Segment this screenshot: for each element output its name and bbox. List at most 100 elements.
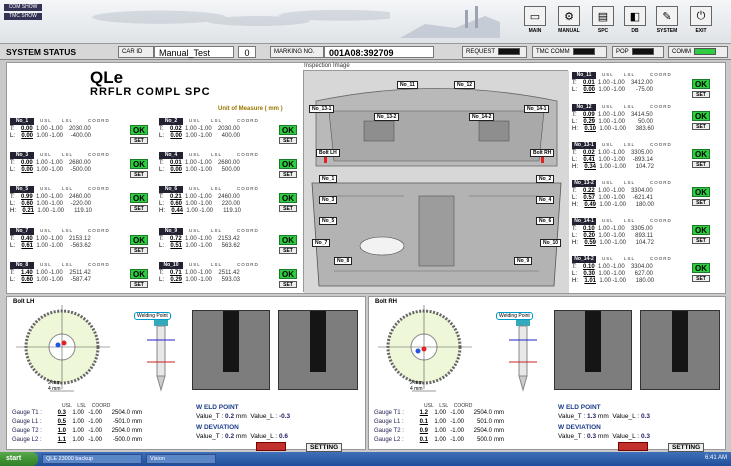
coord-value: 2511.42: [218, 270, 240, 276]
coord-header: COORD: [650, 72, 672, 77]
weld-alarm-button[interactable]: [256, 442, 286, 451]
lsl-header: LSL: [62, 186, 74, 191]
set-button[interactable]: SET: [279, 171, 297, 178]
measurement-card: No_12 USL LSL COORD T: 0.09 1.00-1.00 3414.50 L:…: [570, 104, 715, 136]
lsl-value: -1.00: [612, 126, 626, 132]
tmc-show-tag[interactable]: TMC SHOW: [4, 13, 42, 20]
set-button[interactable]: SET: [130, 205, 148, 212]
value-l-label: Value_L :: [612, 413, 640, 420]
task-qle-backup[interactable]: QLE 23000 backup: [42, 454, 142, 464]
measured-value: 0.00: [20, 126, 33, 132]
nav-main-button[interactable]: ▭ MAIN: [520, 6, 550, 42]
set-button[interactable]: SET: [279, 137, 297, 144]
gauge-row: Gauge T2 : 0.9 1.00 -1.00 2504.0 mm: [374, 428, 504, 434]
image-point-label: No_5: [319, 217, 338, 225]
gauge-row: Gauge T2 : 1.0 1.00 -1.00 2504.0 mm: [12, 428, 142, 434]
nav-db-button[interactable]: ◧ DB: [620, 6, 650, 42]
usl-value: 1.00: [598, 157, 611, 163]
measurement-card: No_8 USL LSL COORD T: 1.40 1.00-1.00 2511.42 L: 0…: [8, 262, 153, 294]
usl-value: 1.00: [35, 194, 48, 200]
nav-spc-button[interactable]: ▤ SPC: [588, 6, 618, 42]
nav-manual-button[interactable]: ⚙ MANUAL: [554, 6, 584, 42]
set-button[interactable]: SET: [692, 123, 710, 130]
coord-value: 2504.0: [111, 428, 130, 434]
set-button[interactable]: SET: [279, 281, 297, 288]
usl-value: 1.00: [597, 188, 610, 194]
nav-label: MAIN: [528, 28, 542, 34]
dev-l-label: Value_L :: [612, 433, 640, 440]
com-show-tag[interactable]: COM SHOW: [4, 4, 42, 11]
set-button[interactable]: SET: [130, 247, 148, 254]
usl-header: USL: [189, 228, 201, 233]
world-map-graphic: [60, 2, 390, 40]
start-button[interactable]: start: [0, 452, 38, 466]
database-icon: ◧: [624, 6, 646, 26]
lsl-value: -1.00: [48, 270, 63, 276]
lsl-value: -1.00: [610, 112, 625, 118]
set-button[interactable]: SET: [692, 91, 710, 98]
measured-value: 0.61: [21, 243, 34, 249]
lsl-header: LSL: [624, 180, 636, 185]
unit-label: mm: [494, 419, 504, 425]
coord-value: 563.62: [221, 243, 241, 249]
measurement-card: No_7 USL LSL COORD T: 0.40 1.00-1.00 2153.12 L: 0…: [8, 228, 153, 260]
value-t-unit: mm: [235, 413, 247, 420]
lsl-value: -1.00: [611, 157, 626, 163]
marking-label: MARKING NO.: [270, 46, 324, 58]
setting-button[interactable]: SETTING: [668, 443, 705, 452]
set-button[interactable]: SET: [130, 137, 148, 144]
set-button[interactable]: SET: [130, 281, 148, 288]
usl-value: 1.00: [598, 271, 611, 277]
lsl-header: LSL: [211, 118, 223, 123]
lsl-value: -1.00: [197, 126, 212, 132]
coord-header: COORD: [91, 403, 111, 409]
lsl-value: -1.00: [49, 167, 64, 173]
usl-value: 1.00: [598, 195, 611, 201]
ok-indicator: OK: [692, 225, 710, 235]
usl-header: USL: [40, 262, 52, 267]
usl-header: USL: [424, 403, 434, 409]
value-row-t: T: 0.10 1.00-1.00 3304.00: [572, 264, 653, 271]
coord-value: 3305.00: [630, 150, 653, 156]
gauge-label: Gauge T1 :: [12, 410, 42, 416]
coord-header: COORD: [88, 118, 110, 123]
coord-value: 501.0: [476, 419, 492, 425]
value-row-l: L: 0.29 1.00-1.00 593.03: [159, 277, 240, 284]
setting-button[interactable]: SETTING: [306, 443, 343, 452]
value-row-h: H: 0.21 1.00-1.00 119.10: [10, 208, 92, 215]
usl-value: 1.00: [36, 243, 49, 249]
task-vision[interactable]: Vision: [146, 454, 216, 464]
inspection-image-title: Inspection Image: [304, 63, 350, 69]
nav-exit-button[interactable]: ⏻ EXIT: [686, 6, 716, 42]
set-button[interactable]: SET: [692, 199, 710, 206]
image-point-label: Bolt RH: [530, 149, 555, 157]
ok-indicator: OK: [130, 193, 148, 203]
coord-value: 2460.00: [217, 194, 240, 200]
ok-indicator: OK: [130, 235, 148, 245]
nav-system-button[interactable]: ✎ SYSTEM: [652, 6, 682, 42]
set-button[interactable]: SET: [692, 275, 710, 282]
lsl-value: -1.00: [611, 119, 626, 125]
weld-alarm-button[interactable]: [618, 442, 648, 451]
set-button[interactable]: SET: [692, 237, 710, 244]
value-t-label: Value_T :: [196, 413, 224, 420]
usl-header: USL: [602, 218, 614, 223]
value-row-t: T: 0.10 1.00-1.00 3305.00: [572, 226, 653, 233]
gauge-label: Gauge L2 :: [374, 437, 404, 443]
set-button[interactable]: SET: [279, 247, 297, 254]
gauge-row: Gauge L1 : 0.5 1.00 -1.00 -501.0 mm: [12, 419, 142, 425]
usl-value: 1.00: [597, 226, 610, 232]
value-row-t: T: 1.40 1.00-1.00 2511.42: [10, 270, 91, 277]
coord-header: COORD: [453, 403, 473, 409]
usl-value: 1.00: [184, 270, 197, 276]
set-button[interactable]: SET: [692, 161, 710, 168]
lsl-header: LSL: [62, 152, 74, 157]
set-button[interactable]: SET: [130, 171, 148, 178]
bolt-dial-graphic: [378, 305, 472, 392]
set-button[interactable]: SET: [279, 205, 297, 212]
value-row-l: L: 0.51 1.00-1.00 563.62: [159, 243, 240, 250]
usl-value: 1.00: [597, 150, 610, 156]
lsl-value: -1.00: [198, 243, 213, 249]
usl-value: 1.00: [434, 410, 446, 416]
top-banner: COM SHOW TMC SHOW ▭ MAIN ⚙ MANUAL ▤ SPC ◧ DB ✎ SY…: [0, 0, 731, 44]
